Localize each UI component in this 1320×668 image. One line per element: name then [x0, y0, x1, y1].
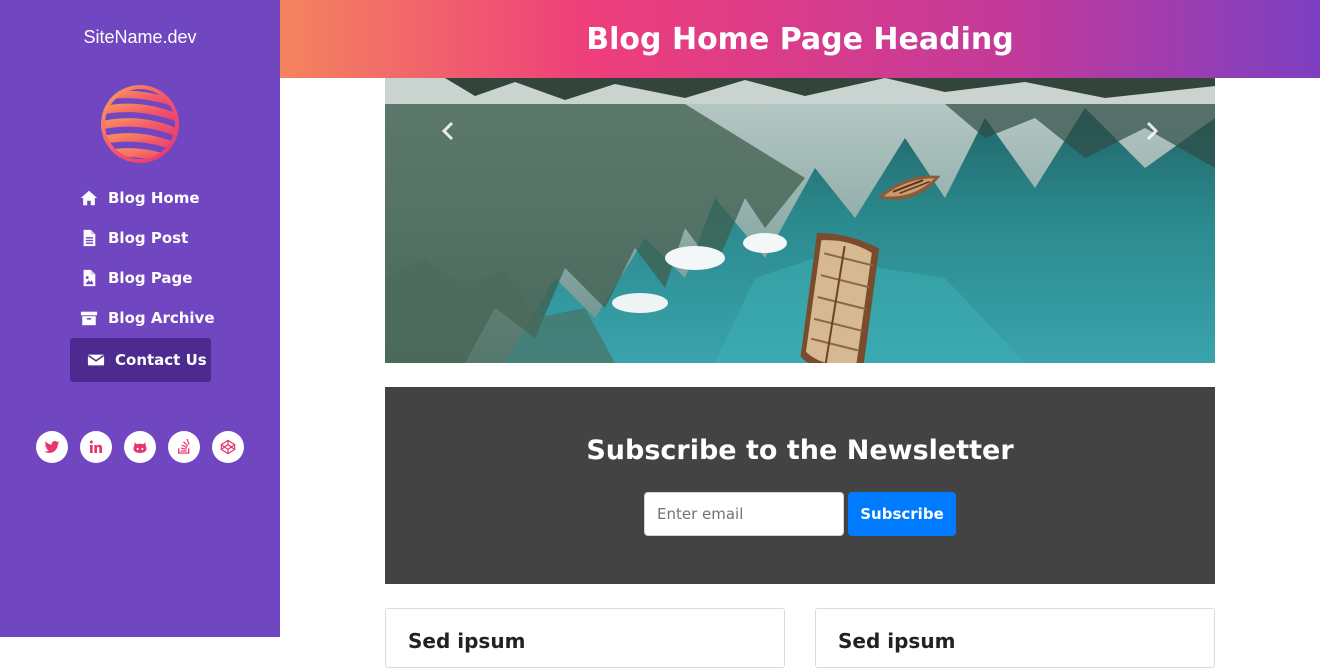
- codepen-link[interactable]: [212, 431, 244, 463]
- sidebar-item-blog-home[interactable]: Blog Home: [80, 178, 200, 218]
- post-card-title[interactable]: Sed ipsum: [408, 629, 525, 653]
- linkedin-icon: [89, 440, 102, 453]
- stackoverflow-link[interactable]: [168, 431, 200, 463]
- email-input[interactable]: [644, 492, 844, 536]
- sidebar-item-label: Blog Home: [108, 189, 200, 207]
- file-text-icon: [80, 229, 98, 247]
- sidebar-item-blog-post[interactable]: Blog Post: [80, 218, 188, 258]
- carousel-prev-button[interactable]: [433, 116, 463, 146]
- image-carousel[interactable]: [385, 78, 1215, 363]
- twitter-link[interactable]: [36, 431, 68, 463]
- file-image-icon: [80, 269, 98, 287]
- page-title: Blog Home Page Heading: [586, 21, 1014, 57]
- github-link[interactable]: [124, 431, 156, 463]
- archive-icon: [80, 309, 98, 327]
- sidebar-item-label: Blog Page: [108, 269, 193, 287]
- carousel-next-button[interactable]: [1137, 116, 1167, 146]
- stackoverflow-icon: [178, 439, 190, 454]
- lake-boats-image: [385, 78, 1215, 363]
- site-name[interactable]: SiteName.dev: [0, 27, 280, 48]
- chevron-right-icon: [1146, 121, 1159, 141]
- sidebar-item-label: Contact Us: [115, 351, 207, 369]
- home-icon: [80, 189, 98, 207]
- newsletter-title: Subscribe to the Newsletter: [586, 435, 1014, 466]
- newsletter-section: Subscribe to the Newsletter Subscribe: [385, 387, 1215, 584]
- subscribe-button[interactable]: Subscribe: [848, 492, 956, 536]
- post-card-title[interactable]: Sed ipsum: [838, 629, 955, 653]
- linkedin-link[interactable]: [80, 431, 112, 463]
- chevron-left-icon: [441, 121, 454, 141]
- twitter-icon: [44, 441, 60, 453]
- sidebar: SiteName.dev Blog Home Blog Post Blog Pa…: [0, 0, 280, 637]
- sidebar-item-label: Blog Post: [108, 229, 189, 247]
- post-card[interactable]: Sed ipsum: [385, 608, 785, 668]
- codepen-icon: [220, 439, 236, 455]
- sidebar-item-contact-us[interactable]: Contact Us: [70, 338, 211, 382]
- github-icon: [133, 442, 147, 453]
- post-card[interactable]: Sed ipsum: [815, 608, 1215, 668]
- logo-globe-icon: [101, 85, 179, 163]
- sidebar-item-label: Blog Archive: [108, 309, 215, 327]
- sidebar-item-blog-page[interactable]: Blog Page: [80, 258, 192, 298]
- page-header: Blog Home Page Heading: [280, 0, 1320, 78]
- sidebar-item-blog-archive[interactable]: Blog Archive: [80, 298, 215, 338]
- envelope-icon: [87, 351, 105, 369]
